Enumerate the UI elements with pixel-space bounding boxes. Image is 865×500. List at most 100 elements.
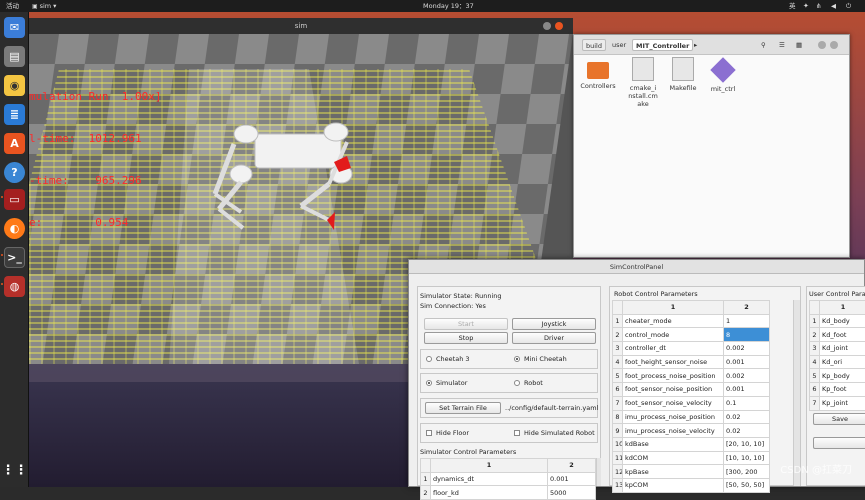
param-value[interactable]: 0.001 (724, 383, 770, 397)
robot-params-scrollbar[interactable] (793, 300, 800, 486)
show-applications-icon[interactable]: ⋮⋮ (4, 460, 25, 481)
row-number: 5 (613, 369, 623, 383)
volume-icon[interactable]: ◀ (831, 0, 836, 12)
minimize-icon[interactable] (543, 22, 551, 30)
table-row[interactable]: 7foot_sensor_noise_velocity0.1 (613, 396, 770, 410)
table-row[interactable]: 13kpCOM[50, 50, 50] (613, 478, 770, 492)
hud-line-real-time: l-time: 1012.961 (29, 132, 161, 146)
writer-icon[interactable]: ≣ (4, 104, 25, 125)
param-value[interactable]: 1 (724, 314, 770, 328)
table-row[interactable]: 10kdBase[20, 10, 10] (613, 437, 770, 451)
table-row[interactable]: 6Kp_foot (810, 383, 865, 397)
crumb-build[interactable]: build (582, 39, 606, 51)
hide-floor-checkbox[interactable] (426, 430, 432, 436)
files-icon[interactable]: ▤ (4, 46, 25, 67)
activities-button[interactable]: 活动 (6, 0, 19, 12)
sim-titlebar[interactable]: sim (29, 18, 573, 34)
table-row[interactable]: 5Kp_body (810, 369, 865, 383)
file-item-label: mit_ctrl (711, 85, 736, 93)
load-button[interactable] (813, 437, 865, 449)
table-row[interactable]: 4Kd_ori (810, 355, 865, 369)
param-value[interactable]: 8 (724, 328, 770, 342)
table-row[interactable]: 2floor_kd5000 (421, 486, 596, 500)
param-value[interactable]: 0.002 (724, 369, 770, 383)
file-item[interactable]: cmake_install.cmake (621, 57, 665, 108)
app-menu[interactable]: ▣ sim ▾ (32, 0, 56, 13)
list-view-icon[interactable]: ☰ (776, 39, 788, 51)
cheetah3-label: Cheetah 3 (436, 355, 470, 363)
minimize-icon[interactable] (818, 41, 826, 49)
sim-app-icon[interactable]: ▭ (4, 189, 25, 210)
maximize-icon[interactable] (830, 41, 838, 49)
help-icon[interactable]: ? (4, 162, 25, 183)
joystick-button[interactable]: Joystick (512, 318, 596, 330)
param-value[interactable]: [300, 200 (724, 465, 770, 479)
param-value[interactable]: [20, 10, 10] (724, 437, 770, 451)
rhythmbox-icon[interactable]: ◉ (4, 75, 25, 96)
chevron-right-icon[interactable]: ▸ (691, 39, 700, 51)
table-row[interactable]: 1dynamics_dt0.001 (421, 472, 596, 486)
input-method[interactable]: 英 (789, 0, 796, 12)
set-terrain-file-button[interactable]: Set Terrain File (425, 402, 501, 414)
driver-button[interactable]: Driver (512, 332, 596, 344)
param-value[interactable]: 0.02 (724, 424, 770, 438)
file-item[interactable]: mit_ctrl (701, 57, 745, 93)
param-value[interactable]: [10, 10, 10] (724, 451, 770, 465)
file-item[interactable]: Controllers (576, 57, 620, 90)
simulator-radio[interactable] (426, 380, 432, 386)
table-row[interactable]: 4foot_height_sensor_noise0.001 (613, 355, 770, 369)
mini-cheetah-radio[interactable] (514, 356, 520, 362)
table-row[interactable]: 7Kp_joint (810, 396, 865, 410)
param-value[interactable]: [50, 50, 50] (724, 478, 770, 492)
clock[interactable]: Monday 19：37 (423, 0, 474, 12)
table-row[interactable]: 6foot_sensor_noise_position0.001 (613, 383, 770, 397)
panel-title[interactable]: SimControlPanel (409, 260, 864, 274)
table-row[interactable]: 2Kd_foot (810, 328, 865, 342)
save-button[interactable]: Save (813, 413, 865, 425)
crumb-user[interactable]: user (609, 39, 629, 51)
column-header[interactable]: 2 (548, 459, 596, 473)
param-value[interactable]: 0.002 (724, 342, 770, 356)
accessibility-icon[interactable]: ✦ (803, 0, 809, 12)
stop-button[interactable]: Stop (424, 332, 508, 344)
robot-radio[interactable] (514, 380, 520, 386)
table-row[interactable]: 5foot_process_noise_position0.002 (613, 369, 770, 383)
row-number: 4 (613, 355, 623, 369)
start-button[interactable]: Start (424, 318, 508, 330)
table-row[interactable]: 1Kd_body (810, 314, 865, 328)
param-value[interactable]: 0.001 (548, 472, 596, 486)
grid-view-icon[interactable]: ▦ (793, 39, 805, 51)
crumb-mit-controller[interactable]: MIT_Controller (632, 39, 693, 51)
param-value[interactable]: 0.1 (724, 396, 770, 410)
column-header[interactable]: 2 (724, 301, 770, 315)
param-value[interactable]: 0.001 (724, 355, 770, 369)
sim-params-scrollbar[interactable] (596, 458, 601, 486)
table-row[interactable]: 12kpBase[300, 200 (613, 465, 770, 479)
cheetah3-radio[interactable] (426, 356, 432, 362)
search-icon[interactable]: ⚲ (758, 39, 769, 51)
table-row[interactable]: 1cheater_mode1 (613, 314, 770, 328)
hud-line-run: mulation Run 1.00x] (29, 90, 161, 104)
file-item[interactable]: Makefile (661, 57, 705, 92)
controller-app-icon[interactable]: ◍ (4, 276, 25, 297)
hide-simulated-robot-checkbox[interactable] (514, 430, 520, 436)
table-row[interactable]: 9imu_process_noise_velocity0.02 (613, 424, 770, 438)
network-icon[interactable]: ⋔ (816, 0, 821, 12)
software-center-icon[interactable]: A (4, 133, 25, 154)
column-header[interactable]: 1 (623, 301, 724, 315)
power-icon[interactable]: ⏻ (846, 0, 851, 12)
table-row[interactable]: 8imu_process_noise_position0.02 (613, 410, 770, 424)
thunderbird-icon[interactable]: ✉ (4, 17, 25, 38)
column-header[interactable]: 1 (431, 459, 548, 473)
column-header[interactable]: 1 (820, 301, 865, 315)
table-row[interactable]: 11kdCOM[10, 10, 10] (613, 451, 770, 465)
table-row[interactable]: 3controller_dt0.002 (613, 342, 770, 356)
terrain-group: Set Terrain File ../config/default-terra… (420, 398, 598, 418)
close-icon[interactable] (555, 22, 563, 30)
table-row[interactable]: 3Kd_joint (810, 342, 865, 356)
param-value[interactable]: 0.02 (724, 410, 770, 424)
param-value[interactable]: 5000 (548, 486, 596, 500)
table-row[interactable]: 2control_mode8 (613, 328, 770, 342)
firefox-icon[interactable]: ◐ (4, 218, 25, 239)
terminal-icon[interactable]: >_ (4, 247, 25, 268)
